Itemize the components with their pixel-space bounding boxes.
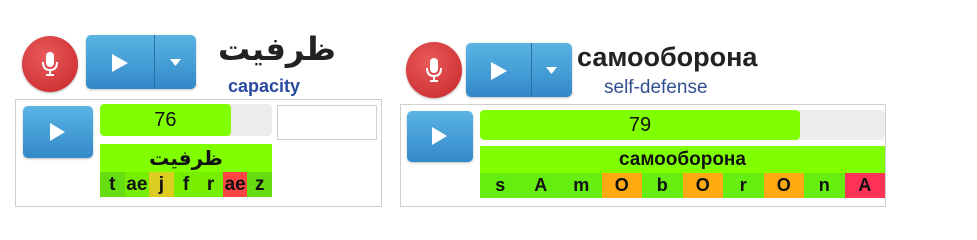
phoneme-cell: A xyxy=(844,173,885,198)
phoneme-cell: s xyxy=(480,173,521,198)
panel-2: самооборона self-defense 79 самооборона … xyxy=(390,0,977,224)
target-word-1: ظرفيت xyxy=(218,30,336,68)
phoneme-cell: b xyxy=(642,173,683,198)
phoneme-cell: O xyxy=(763,173,804,198)
translation-1: capacity xyxy=(228,76,301,96)
play-group-2 xyxy=(466,43,572,97)
phoneme-cell: n xyxy=(804,173,845,198)
play-icon xyxy=(432,127,447,145)
phoneme-cell: O xyxy=(601,173,642,198)
play-icon xyxy=(491,62,507,80)
panel-1: ظرفيت capacity 76 ظرفيت t ae j f r ae z xyxy=(0,0,390,224)
phoneme-cell: z xyxy=(247,172,273,197)
score-value-1: 76 xyxy=(154,109,177,131)
phoneme-cell: r xyxy=(723,173,764,198)
caret-down-icon xyxy=(546,67,557,74)
record-button-1[interactable] xyxy=(22,36,78,92)
play-group-1 xyxy=(86,35,196,89)
target-word-2: самооборона xyxy=(577,42,758,72)
feedback-word-2: самооборона xyxy=(480,146,885,173)
empty-box-1 xyxy=(277,105,377,140)
microphone-icon xyxy=(42,52,58,76)
score-bar-2: 79 xyxy=(480,110,885,140)
play-button-1[interactable] xyxy=(86,35,154,89)
phoneme-row-2: sAmObOrOnA xyxy=(480,173,885,198)
caret-down-icon xyxy=(170,59,181,66)
phoneme-cell: ae xyxy=(124,172,150,197)
score-value-2: 79 xyxy=(628,114,652,136)
replay-button-1[interactable] xyxy=(23,106,93,158)
play-icon xyxy=(112,54,128,72)
play-icon xyxy=(50,123,65,141)
phoneme-cell: f xyxy=(173,172,199,197)
phoneme-cell: t xyxy=(100,172,125,197)
phoneme-cell: m xyxy=(561,173,602,198)
record-button-2[interactable] xyxy=(406,42,462,98)
phoneme-cell: j xyxy=(149,172,174,197)
play-options-dropdown-2[interactable] xyxy=(532,43,572,97)
phoneme-row-1: t ae j f r ae z xyxy=(100,172,273,197)
microphone-icon xyxy=(426,58,442,82)
score-bar-1: 76 xyxy=(100,104,272,136)
play-options-dropdown-1[interactable] xyxy=(155,35,196,89)
feedback-word-1: ظرفيت xyxy=(100,144,272,172)
replay-button-2[interactable] xyxy=(407,111,473,162)
phoneme-cell: ae xyxy=(222,172,248,197)
play-button-2[interactable] xyxy=(466,43,531,97)
phoneme-cell: r xyxy=(198,172,223,197)
phoneme-cell: A xyxy=(520,173,561,198)
translation-2: self-defense xyxy=(604,77,708,98)
phoneme-cell: O xyxy=(682,173,723,198)
